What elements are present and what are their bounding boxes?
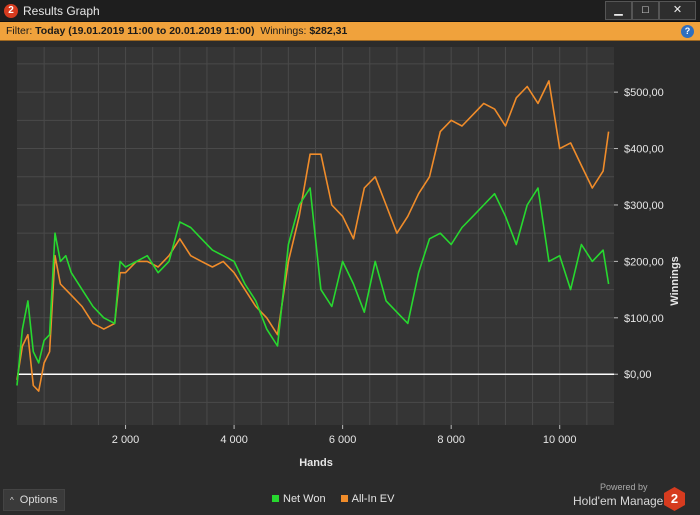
help-icon[interactable]: ? — [681, 25, 694, 38]
filter-prefix: Filter: — [6, 25, 36, 37]
legend-swatch-net-won — [272, 495, 279, 502]
legend-label-net-won: Net Won — [283, 493, 326, 505]
options-button[interactable]: ^ Options — [3, 489, 65, 511]
x-tick-label: 4 000 — [220, 434, 248, 446]
legend-item-net-won: Net Won — [272, 493, 326, 505]
filter-bar: Filter: Today (19.01.2019 11:00 to 20.01… — [0, 22, 700, 41]
legend-swatch-all-in-ev — [340, 495, 348, 502]
x-tick-label: 6 000 — [329, 434, 357, 446]
minimize-button[interactable]: ▁ — [605, 1, 632, 20]
results-chart-svg: 2 000 4 000 6 000 8 000 10 000 $0,00 $100,00 $… — [0, 41, 700, 475]
x-axis-label: Hands — [299, 457, 333, 469]
winnings-label: Winnings: — [260, 25, 310, 37]
close-button[interactable]: ✕ — [659, 1, 696, 20]
footer-bar: ^ Options Net Won All-In EV Powered by Ho… — [0, 475, 700, 515]
filter-range: Today (19.01.2019 11:00 to 20.01.2019 11… — [35, 25, 255, 37]
y-tick-label: $300,00 — [624, 200, 664, 212]
chart-legend: Net Won All-In EV — [272, 493, 406, 505]
results-chart: 2 000 4 000 6 000 8 000 10 000 $0,00 $100,00 $… — [0, 41, 700, 475]
legend-item-all-in-ev: All-In EV — [340, 493, 395, 505]
app-logo-icon: 2 — [4, 4, 18, 18]
chevron-up-icon: ^ — [10, 496, 14, 505]
powered-by-text: Powered by — [600, 482, 648, 492]
y-tick-label: $100,00 — [624, 313, 664, 325]
y-tick-label: $0,00 — [624, 369, 652, 381]
legend-label-all-in-ev: All-In EV — [351, 493, 395, 505]
maximize-button[interactable]: □ — [632, 1, 659, 20]
y-tick-label: $500,00 — [624, 87, 664, 99]
y-tick-label: $200,00 — [624, 256, 664, 268]
title-bar: 2 Results Graph ▁ □ ✕ — [0, 0, 700, 22]
x-tick-label: 8 000 — [437, 434, 465, 446]
winnings-value: $282,31 — [309, 25, 348, 37]
window-title: Results Graph — [23, 4, 100, 18]
x-tick-label: 2 000 — [112, 434, 140, 446]
y-axis-label: Winnings — [669, 256, 681, 305]
x-tick-label: 10 000 — [543, 434, 577, 446]
options-label: Options — [19, 494, 58, 506]
y-tick-label: $400,00 — [624, 144, 664, 156]
brand-name: Hold'em Manager — [573, 494, 668, 508]
